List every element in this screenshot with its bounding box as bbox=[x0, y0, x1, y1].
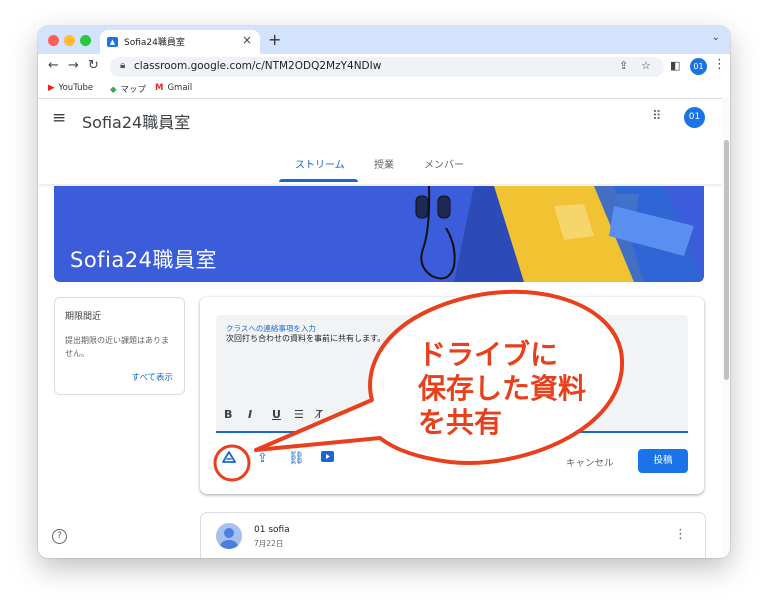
close-tab-icon[interactable]: × bbox=[242, 33, 252, 47]
post-author: 01 sofia bbox=[254, 525, 290, 535]
scrollbar-thumb[interactable] bbox=[724, 140, 729, 380]
browser-tab[interactable]: ▲ Sofia24職員室 × bbox=[100, 30, 260, 54]
upcoming-card: 期限間近 提出期限の近い課題はありません。 すべて表示 bbox=[54, 297, 185, 395]
browser-window: ▲ Sofia24職員室 × + ⌄ ← → ↻ 🔒︎ classroom.go… bbox=[38, 26, 730, 558]
url-text: classroom.google.com/c/NTM2ODQ2MzY4NDIw bbox=[134, 60, 382, 72]
active-tab-indicator bbox=[279, 179, 358, 182]
back-button[interactable]: ← bbox=[48, 58, 59, 73]
forward-button[interactable]: → bbox=[68, 58, 79, 73]
gmail-icon: M bbox=[155, 83, 164, 93]
bookmark-youtube[interactable]: ▶ YouTube bbox=[48, 83, 93, 93]
class-banner: Sofia24職員室 bbox=[54, 186, 704, 282]
address-bar[interactable]: 🔒︎ classroom.google.com/c/NTM2ODQ2MzY4ND… bbox=[110, 57, 664, 77]
upcoming-title: 期限間近 bbox=[65, 312, 102, 322]
tab-classwork[interactable]: 授業 bbox=[374, 156, 394, 171]
upcoming-empty-text: 提出期限の近い課題はありません。 bbox=[65, 336, 169, 358]
tab-title: Sofia24職員室 bbox=[124, 38, 185, 48]
bold-button[interactable]: B bbox=[224, 408, 232, 421]
upload-icon[interactable]: ⇪ bbox=[257, 451, 268, 466]
browser-menu-icon[interactable]: ⋮ bbox=[713, 57, 726, 72]
annotation-line-1: ドライブに bbox=[418, 338, 559, 371]
post-date: 7月22日 bbox=[254, 539, 284, 548]
tab-search-chevron-icon[interactable]: ⌄ bbox=[712, 32, 720, 43]
side-panel-icon[interactable]: ◧ bbox=[670, 59, 680, 72]
announcement-input-value: 次回打ち合わせの資料を事前に共有します。 bbox=[226, 334, 386, 343]
maps-icon: ◆ bbox=[110, 85, 117, 95]
banner-title: Sofia24職員室 bbox=[70, 248, 217, 272]
clear-formatting-button[interactable]: T̸ bbox=[316, 408, 323, 421]
author-avatar bbox=[216, 523, 242, 549]
italic-button[interactable]: I bbox=[248, 408, 252, 421]
reload-button[interactable]: ↻ bbox=[88, 58, 99, 73]
tab-people[interactable]: メンバー bbox=[424, 156, 464, 171]
google-apps-icon[interactable]: ⠿ bbox=[652, 109, 661, 124]
bookmark-label: マップ bbox=[120, 85, 147, 95]
account-avatar[interactable]: 01 bbox=[684, 107, 705, 128]
google-drive-icon[interactable] bbox=[222, 451, 236, 468]
share-icon[interactable]: ⇪ bbox=[619, 59, 628, 72]
view-all-link[interactable]: すべて表示 bbox=[131, 371, 173, 383]
underline-button[interactable]: U bbox=[272, 408, 281, 421]
bookmarks-bar: ▶ YouTube ◆ マップ M Gmail bbox=[38, 80, 730, 99]
classroom-favicon-icon: ▲ bbox=[107, 37, 118, 47]
browser-toolbar: ← → ↻ 🔒︎ classroom.google.com/c/NTM2ODQ2… bbox=[38, 54, 730, 80]
new-tab-button[interactable]: + bbox=[268, 30, 281, 49]
close-window-button[interactable] bbox=[48, 35, 59, 46]
bookmark-gmail[interactable]: M Gmail bbox=[155, 83, 192, 93]
more-options-icon[interactable]: ⋮ bbox=[674, 527, 687, 542]
minimize-window-button[interactable] bbox=[64, 35, 75, 46]
link-icon[interactable]: ⛓ bbox=[288, 451, 305, 466]
bookmark-label: YouTube bbox=[58, 83, 94, 93]
annotation-line-3: を共有 bbox=[418, 406, 503, 439]
bookmark-maps[interactable]: ◆ マップ bbox=[110, 83, 146, 95]
bookmark-star-icon[interactable]: ☆ bbox=[641, 59, 651, 72]
lock-icon[interactable]: 🔒︎ bbox=[120, 60, 125, 71]
tab-strip: ▲ Sofia24職員室 × + ⌄ bbox=[38, 26, 730, 54]
cancel-button[interactable]: キャンセル bbox=[566, 455, 614, 469]
class-title[interactable]: Sofia24職員室 bbox=[82, 109, 190, 133]
bulleted-list-button[interactable]: ☰ bbox=[294, 408, 304, 421]
tab-stream[interactable]: ストリーム bbox=[295, 156, 345, 171]
help-icon[interactable]: ? bbox=[52, 529, 67, 544]
maximize-window-button[interactable] bbox=[80, 35, 91, 46]
annotation-line-2: 保存した資料 bbox=[418, 372, 587, 405]
youtube-icon: ▶ bbox=[48, 83, 55, 93]
stream-post: 01 sofia 7月22日 ⋮ bbox=[200, 512, 706, 558]
profile-avatar[interactable]: 01 bbox=[690, 58, 707, 75]
post-button[interactable]: 投稿 bbox=[638, 449, 688, 473]
classroom-header: ≡ Sofia24職員室 ⠿ 01 ストリーム 授業 メンバー bbox=[38, 99, 730, 184]
annotation-text: ドライブに 保存した資料 を共有 bbox=[418, 338, 586, 440]
youtube-video-icon[interactable] bbox=[321, 451, 334, 466]
hamburger-menu-icon[interactable]: ≡ bbox=[52, 108, 66, 128]
bookmark-label: Gmail bbox=[167, 83, 193, 93]
